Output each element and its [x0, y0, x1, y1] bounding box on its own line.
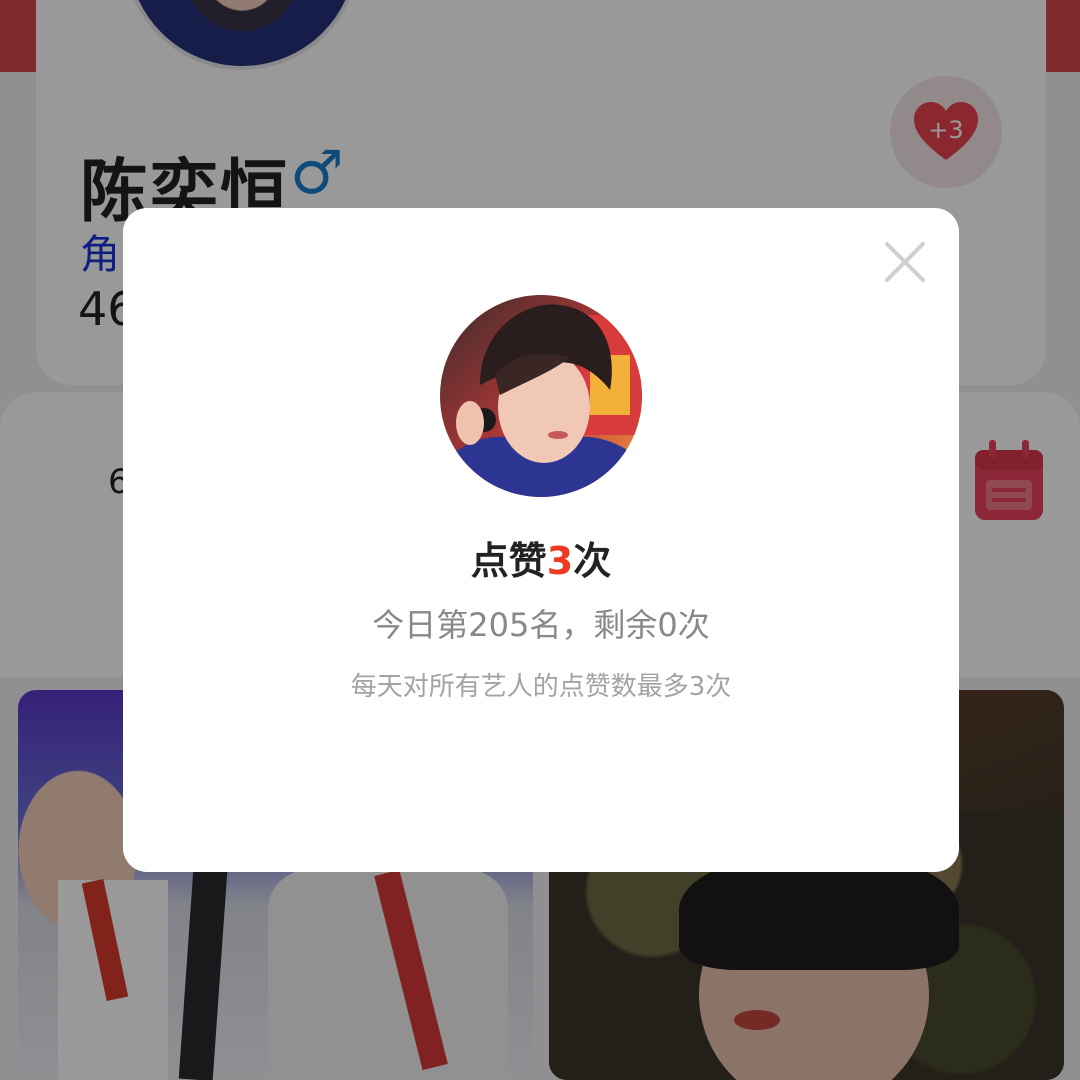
like-result-dialog: 点赞3次 今日第205名，剩余0次 每天对所有艺人的点赞数最多3次 — [123, 208, 959, 872]
close-icon[interactable] — [883, 240, 927, 284]
artist-avatar — [440, 295, 642, 497]
like-count-number: 3 — [546, 539, 574, 583]
like-count-title: 点赞3次 — [123, 530, 959, 585]
title-prefix: 点赞 — [470, 539, 547, 583]
daily-limit-note: 每天对所有艺人的点赞数最多3次 — [350, 672, 732, 702]
rank-remaining-text: 今日第205名，剩余0次 — [372, 606, 710, 644]
title-suffix: 次 — [573, 539, 612, 583]
